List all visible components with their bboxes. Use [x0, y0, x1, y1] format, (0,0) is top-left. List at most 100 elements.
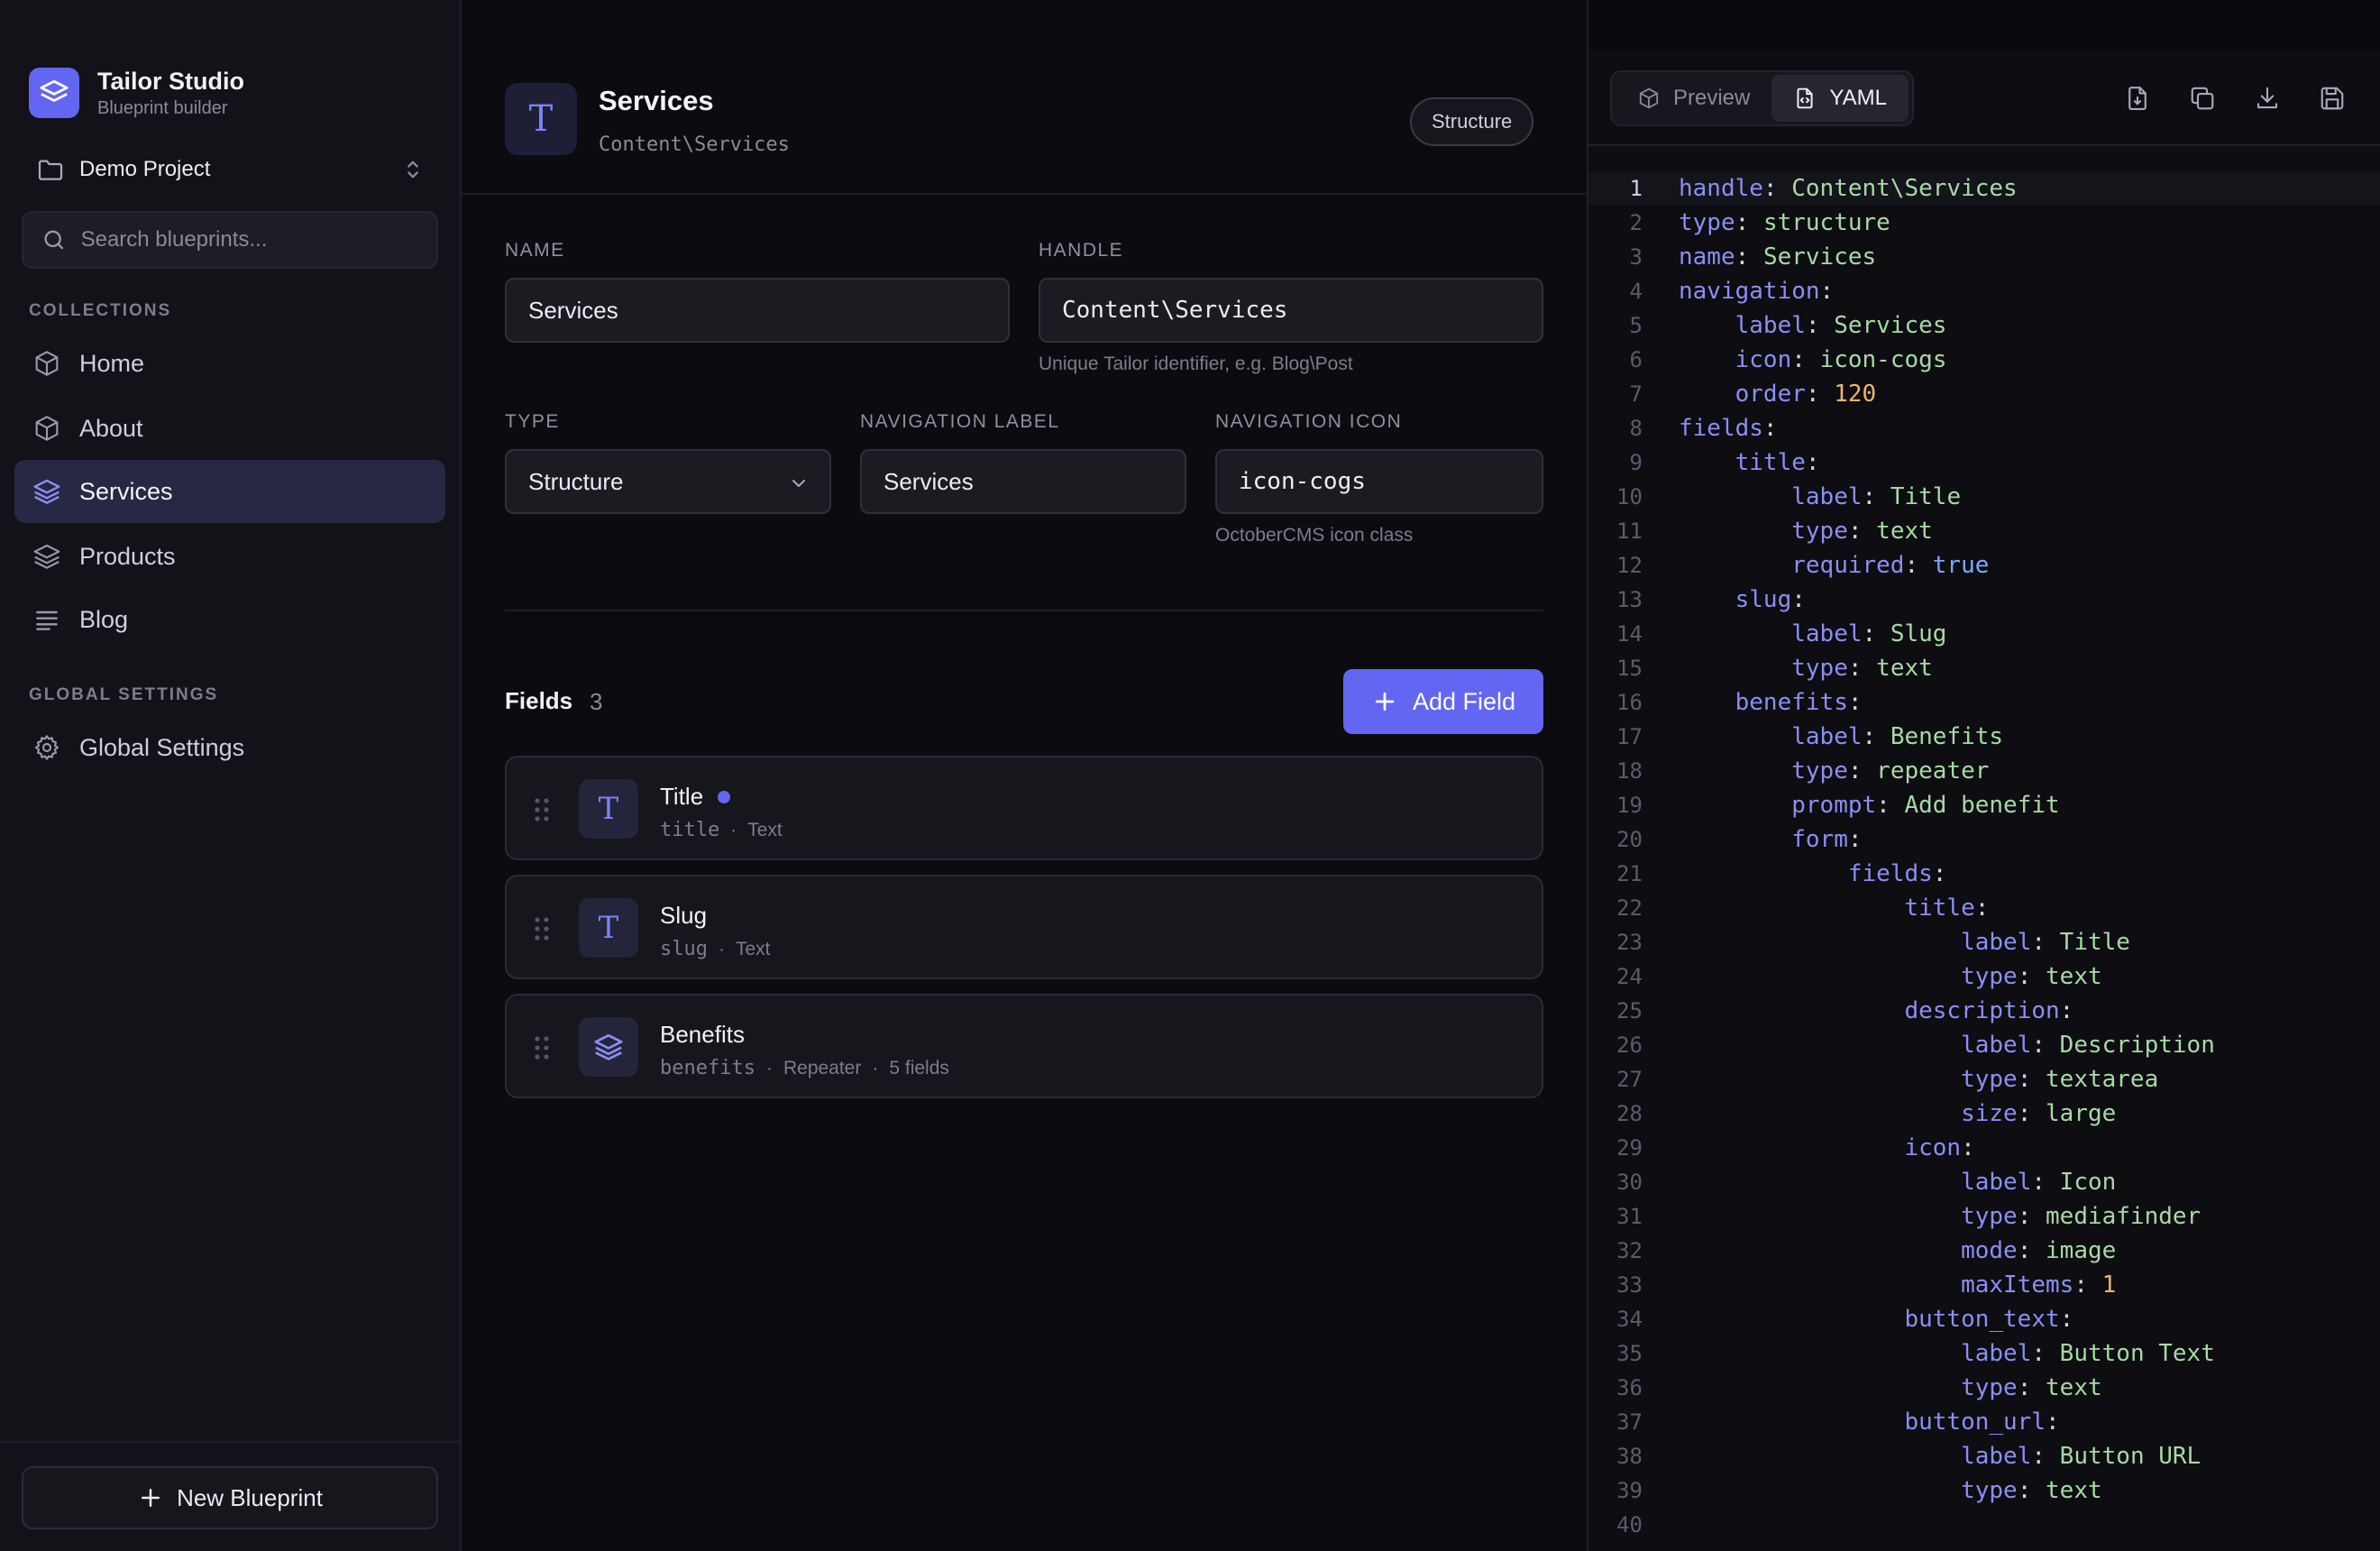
line-number: 10	[1616, 484, 1643, 509]
code-token: true	[1932, 552, 1990, 579]
code-token: prompt	[1791, 792, 1877, 819]
code-token: type	[1791, 655, 1848, 682]
code-line: 33 maxItems: 1	[1588, 1268, 2380, 1302]
code-line: 32 mode: image	[1588, 1234, 2380, 1268]
code-text: type: repeater	[1679, 757, 1989, 785]
code-token: :	[1791, 346, 1820, 373]
code-token: :	[2031, 1169, 2060, 1196]
line-number: 23	[1616, 930, 1643, 955]
tab-yaml[interactable]: YAML	[1771, 75, 1909, 122]
code-token: :	[1735, 209, 1763, 236]
field-card-slug[interactable]: T Slug slug · Text	[505, 875, 1543, 979]
code-token: :	[1904, 552, 1933, 579]
search-box[interactable]	[22, 211, 438, 269]
code-token: benefits	[1735, 689, 1848, 716]
code-token: :	[2017, 1374, 2046, 1401]
sidebar-item-global-settings[interactable]: Global Settings	[14, 716, 445, 779]
line-number: 12	[1616, 553, 1643, 578]
line-number: 32	[1616, 1238, 1643, 1263]
code-token: fields	[1679, 415, 1763, 442]
name-label: NAME	[505, 240, 565, 261]
sidebar-item-about[interactable]: About	[14, 397, 445, 460]
field-name-text: Title	[660, 783, 704, 810]
code-token: text	[1876, 655, 1933, 682]
code-token: type	[1791, 757, 1848, 785]
code-text: icon: icon-cogs	[1679, 346, 1947, 373]
drag-handle-icon[interactable]	[534, 1035, 550, 1060]
code-token: label	[1791, 723, 1863, 750]
code-text: title:	[1679, 449, 1820, 476]
code-token: icon	[1735, 346, 1792, 373]
drag-handle-icon[interactable]	[534, 797, 550, 822]
sidebar-item-label: Blog	[79, 605, 129, 633]
code-token: :	[1862, 723, 1890, 750]
copy-icon[interactable]	[2189, 85, 2216, 112]
line-number: 3	[1629, 244, 1643, 270]
drag-handle-icon[interactable]	[534, 916, 550, 941]
type-badge: Structure	[1410, 97, 1534, 146]
sidebar-item-products[interactable]: Products	[14, 525, 445, 588]
line-number: 40	[1616, 1512, 1643, 1537]
type-select[interactable]: Structure	[505, 449, 831, 514]
code-text: type: structure	[1679, 209, 1890, 236]
code-text: form:	[1679, 826, 1862, 853]
brand-title: Tailor Studio	[97, 68, 244, 95]
field-card-title[interactable]: T Title title · Text	[505, 756, 1543, 860]
navigation-icon-field[interactable]: icon-cogs	[1215, 449, 1543, 514]
navigation-icon-label: NAVIGATION ICON	[1215, 411, 1403, 432]
line-number: 18	[1616, 758, 1643, 784]
sidebar-item-label: Products	[79, 542, 176, 570]
fields-heading: Fields	[505, 687, 573, 714]
navigation-label-value: Services	[883, 467, 974, 495]
sidebar-item-home[interactable]: Home	[14, 332, 445, 395]
code-token: 1	[2101, 1271, 2117, 1299]
field-type: Repeater	[783, 1057, 862, 1078]
code-line: 18 type: repeater	[1588, 754, 2380, 788]
handle-field[interactable]: Content\Services	[1039, 278, 1543, 343]
sidebar-item-blog[interactable]: Blog	[14, 588, 445, 651]
field-card-benefits[interactable]: Benefits benefits · Repeater · 5 fields	[505, 994, 1543, 1098]
field-handle: slug	[660, 938, 708, 960]
code-text: label: Button Text	[1679, 1340, 2215, 1367]
code-text: type: text	[1679, 655, 1933, 682]
code-token: :	[1847, 655, 1877, 682]
code-text: label: Benefits	[1679, 723, 2003, 750]
code-token: button_text	[1904, 1306, 2060, 1333]
line-number: 14	[1616, 621, 1643, 647]
search-input[interactable]	[80, 227, 418, 252]
download-icon[interactable]	[2254, 85, 2281, 112]
code-token: :	[2073, 1271, 2102, 1299]
code-token: type	[1961, 1066, 2018, 1093]
code-text: type: text	[1679, 963, 2102, 990]
tab-preview[interactable]: Preview	[1616, 75, 1771, 122]
code-line: 29 icon:	[1588, 1131, 2380, 1165]
line-number: 30	[1616, 1170, 1643, 1195]
project-selector[interactable]: Demo Project	[29, 144, 426, 195]
code-token: type	[1961, 963, 2018, 990]
name-field[interactable]: Services	[505, 278, 1010, 343]
layers-icon	[29, 68, 79, 118]
code-token: type	[1961, 1477, 2018, 1504]
add-field-button[interactable]: Add Field	[1343, 669, 1543, 734]
line-number: 1	[1629, 176, 1643, 201]
sidebar-item-services[interactable]: Services	[14, 460, 445, 523]
line-number: 17	[1616, 724, 1643, 749]
code-line: 6 icon: icon-cogs	[1588, 343, 2380, 377]
code-text: label: Icon	[1679, 1169, 2116, 1196]
navigation-label-field[interactable]: Services	[860, 449, 1186, 514]
new-blueprint-button[interactable]: New Blueprint	[22, 1466, 438, 1529]
code-text: type: mediafinder	[1679, 1203, 2201, 1230]
yaml-code-editor[interactable]: 1 handle: Content\Services 2 type: structur…	[1588, 171, 2380, 1542]
line-number: 26	[1616, 1032, 1643, 1058]
code-token: Icon	[2059, 1169, 2117, 1196]
code-line: 40	[1588, 1508, 2380, 1542]
save-icon[interactable]	[2319, 85, 2346, 112]
file-download-icon[interactable]	[2124, 85, 2151, 112]
